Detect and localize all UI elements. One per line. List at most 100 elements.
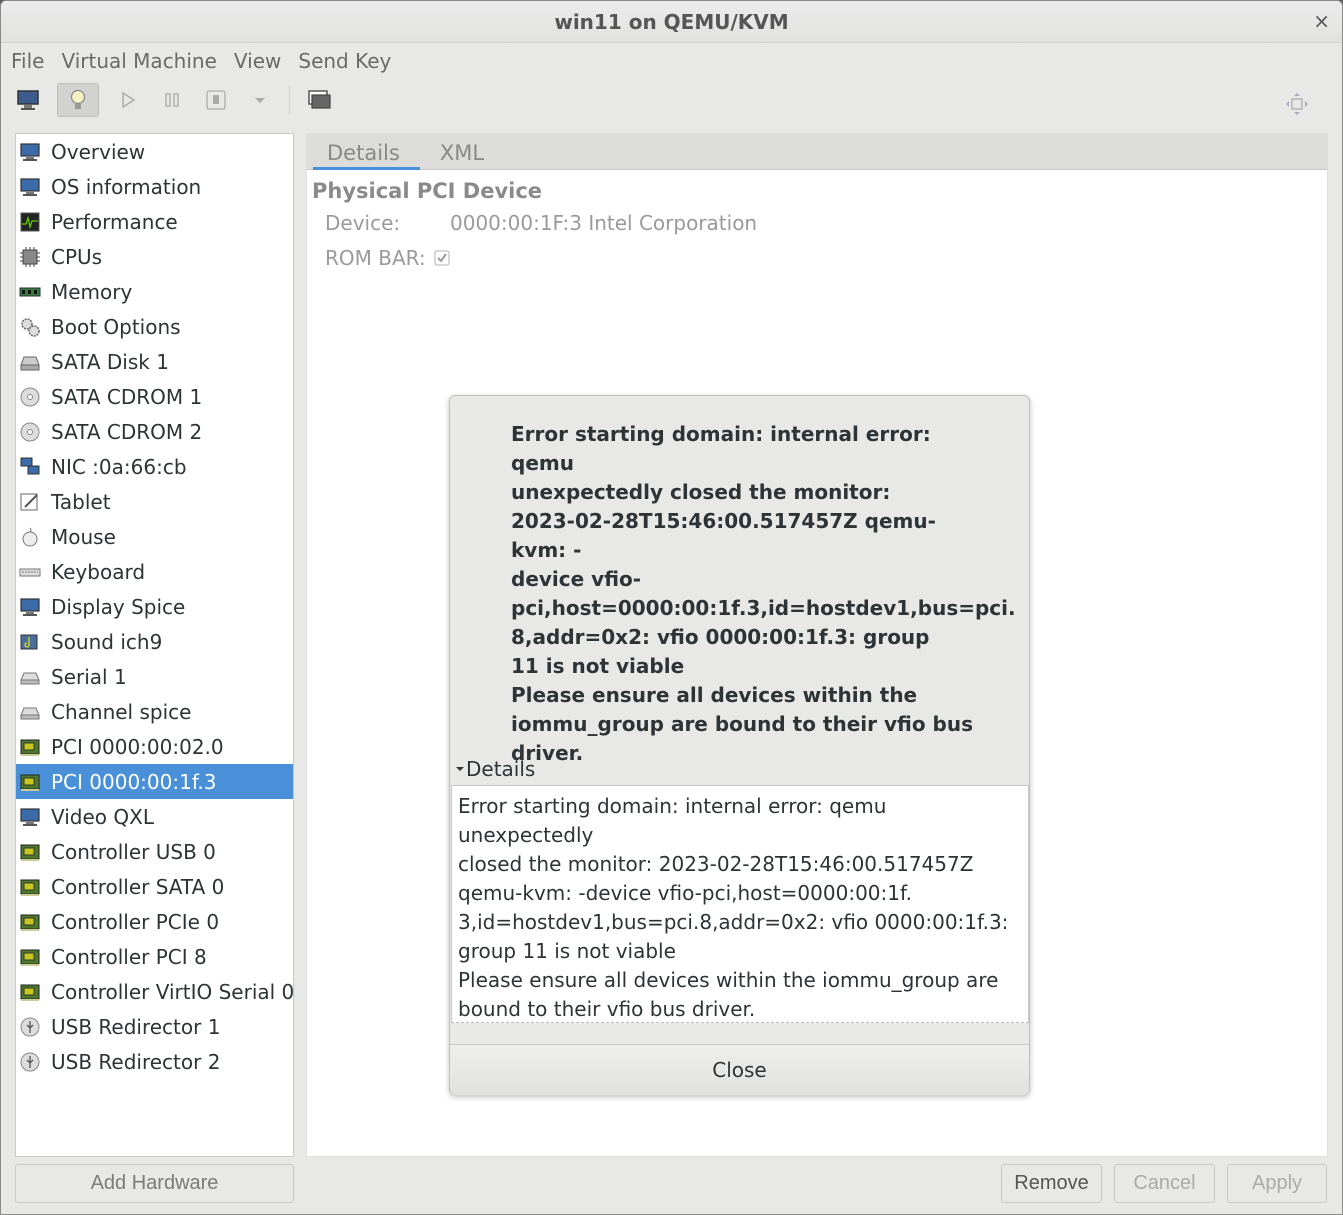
details-expander[interactable]: Details [454, 757, 535, 781]
sidebar-item[interactable]: Controller VirtIO Serial 0 [16, 974, 295, 1009]
sidebar-item[interactable]: Display Spice [16, 589, 293, 624]
sidebar-item[interactable]: PCI 0000:00:1f.3 [16, 764, 293, 799]
shutdown-menu-button[interactable] [245, 83, 275, 117]
sidebar-item-label: Sound ich9 [51, 629, 163, 654]
network-icon [19, 456, 41, 478]
rom-bar-row: ROM BAR: [325, 246, 450, 270]
close-dialog-button[interactable]: Close [450, 1045, 1029, 1095]
sidebar-item[interactable]: Serial 1 [16, 659, 293, 694]
console-button[interactable] [13, 83, 43, 117]
sidebar-item-label: Video QXL [51, 804, 154, 829]
menu-bar: File Virtual Machine View Send Key [1, 43, 1342, 79]
sidebar-item[interactable]: Overview [16, 134, 293, 169]
usb-icon [19, 1016, 41, 1038]
fullscreen-icon [1286, 93, 1308, 115]
sidebar-item[interactable]: SATA CDROM 2 [16, 414, 293, 449]
usb-icon [19, 1051, 41, 1073]
cdrom-icon [19, 421, 41, 443]
add-hardware-button[interactable]: Add Hardware [15, 1164, 294, 1203]
tab-details[interactable]: Details [307, 134, 420, 170]
menu-file[interactable]: File [11, 49, 44, 73]
monitor-icon [17, 90, 39, 110]
sidebar-item[interactable]: Keyboard [16, 554, 293, 589]
sidebar-item[interactable]: SATA Disk 1 [16, 344, 293, 379]
sidebar-item[interactable]: SATA CDROM 1 [16, 379, 293, 414]
sidebar-item-label: Serial 1 [51, 664, 127, 689]
menu-virtual-machine[interactable]: Virtual Machine [61, 49, 216, 73]
run-button[interactable] [113, 83, 143, 117]
sidebar-item-label: PCI 0000:00:02.0 [51, 734, 224, 759]
pause-icon [165, 93, 179, 107]
sidebar-item-label: Overview [51, 139, 146, 164]
sidebar-item[interactable]: Channel spice [16, 694, 293, 729]
cancel-button[interactable]: Cancel [1114, 1164, 1215, 1203]
sidebar-item[interactable]: OS information [16, 169, 293, 204]
window-title: win11 on QEMU/KVM [554, 10, 789, 34]
sidebar-item-label: PCI 0000:00:1f.3 [51, 769, 217, 794]
shutdown-button[interactable] [201, 83, 231, 117]
sidebar-item[interactable]: Video QXL [16, 799, 293, 834]
remove-button[interactable]: Remove [1001, 1164, 1102, 1203]
pci-card-icon [19, 911, 41, 933]
sidebar-item-label: Display Spice [51, 594, 186, 619]
pci-card-icon [19, 841, 41, 863]
sidebar-item-label: Controller VirtIO Serial 0 [51, 979, 295, 1004]
sidebar-item[interactable]: NIC :0a:66:cb [16, 449, 293, 484]
sidebar-item-label: Controller PCIe 0 [51, 909, 220, 934]
menu-send-key[interactable]: Send Key [298, 49, 391, 73]
sidebar-item[interactable]: Sound ich9 [16, 624, 293, 659]
pause-button[interactable] [157, 83, 187, 117]
sidebar-item-label: Controller PCI 8 [51, 944, 207, 969]
error-details-text[interactable]: Error starting domain: internal error: q… [451, 785, 1029, 1023]
menu-view[interactable]: View [234, 49, 281, 73]
rom-bar-checkbox[interactable] [434, 250, 450, 266]
pci-card-icon [19, 981, 41, 1003]
sidebar-item[interactable]: Controller PCI 8 [16, 939, 293, 974]
fullscreen-button[interactable] [1282, 87, 1312, 121]
sidebar-item[interactable]: Controller PCIe 0 [16, 904, 293, 939]
tablet-icon [19, 491, 41, 513]
sidebar-item-label: Performance [51, 209, 178, 234]
keyboard-icon [19, 561, 41, 583]
sidebar-item[interactable]: Tablet [16, 484, 293, 519]
serial-icon [19, 701, 41, 723]
tab-xml[interactable]: XML [420, 134, 504, 169]
title-bar: win11 on QEMU/KVM × [1, 1, 1342, 43]
sidebar-item[interactable]: Controller SATA 0 [16, 869, 293, 904]
cdrom-icon [19, 386, 41, 408]
sidebar-item-label: Mouse [51, 524, 116, 549]
pci-card-icon [19, 946, 41, 968]
apply-button[interactable]: Apply [1227, 1164, 1327, 1203]
device-value: 0000:00:1F:3 Intel Corporation [450, 211, 758, 235]
expander-arrow-icon [456, 767, 464, 771]
app-window: win11 on QEMU/KVM × File Virtual Machine… [0, 0, 1343, 1215]
screens-icon [308, 90, 331, 109]
sidebar-item[interactable]: Controller USB 0 [16, 834, 293, 869]
sidebar-item[interactable]: CPUs [16, 239, 293, 274]
device-row: Device: 0000:00:1F:3 Intel Corporation [325, 211, 757, 235]
sidebar-item[interactable]: Memory [16, 274, 293, 309]
section-title: Physical PCI Device [312, 179, 543, 203]
monitor-icon [19, 141, 41, 163]
sidebar-item-label: USB Redirector 1 [51, 1014, 221, 1039]
sidebar-item[interactable]: USB Redirector 1 [16, 1009, 293, 1044]
sidebar-item[interactable]: Performance [16, 204, 293, 239]
sidebar-item-label: Keyboard [51, 559, 146, 584]
snapshots-button[interactable] [304, 83, 334, 117]
device-label: Device: [325, 211, 401, 235]
stop-icon [206, 90, 226, 110]
chart-icon [19, 211, 41, 233]
sidebar-item-label: SATA CDROM 2 [51, 419, 203, 444]
close-window-button[interactable]: × [1313, 9, 1330, 33]
sidebar-item[interactable]: Boot Options [16, 309, 293, 344]
hardware-list: Overview OS information Performance CPUs Mem… [15, 133, 294, 1157]
details-button[interactable] [57, 83, 99, 117]
sidebar-item[interactable]: PCI 0000:00:02.0 [16, 729, 293, 764]
sidebar-item[interactable]: Mouse [16, 519, 293, 554]
sidebar-item[interactable]: USB Redirector 2 [16, 1044, 293, 1079]
error-dialog: Error starting domain: internal error: q… [449, 395, 1030, 1095]
sidebar-item-label: Controller SATA 0 [51, 874, 225, 899]
rom-bar-label: ROM BAR: [325, 246, 426, 270]
gear-icon [19, 316, 41, 338]
sidebar-item-label: Boot Options [51, 314, 181, 339]
